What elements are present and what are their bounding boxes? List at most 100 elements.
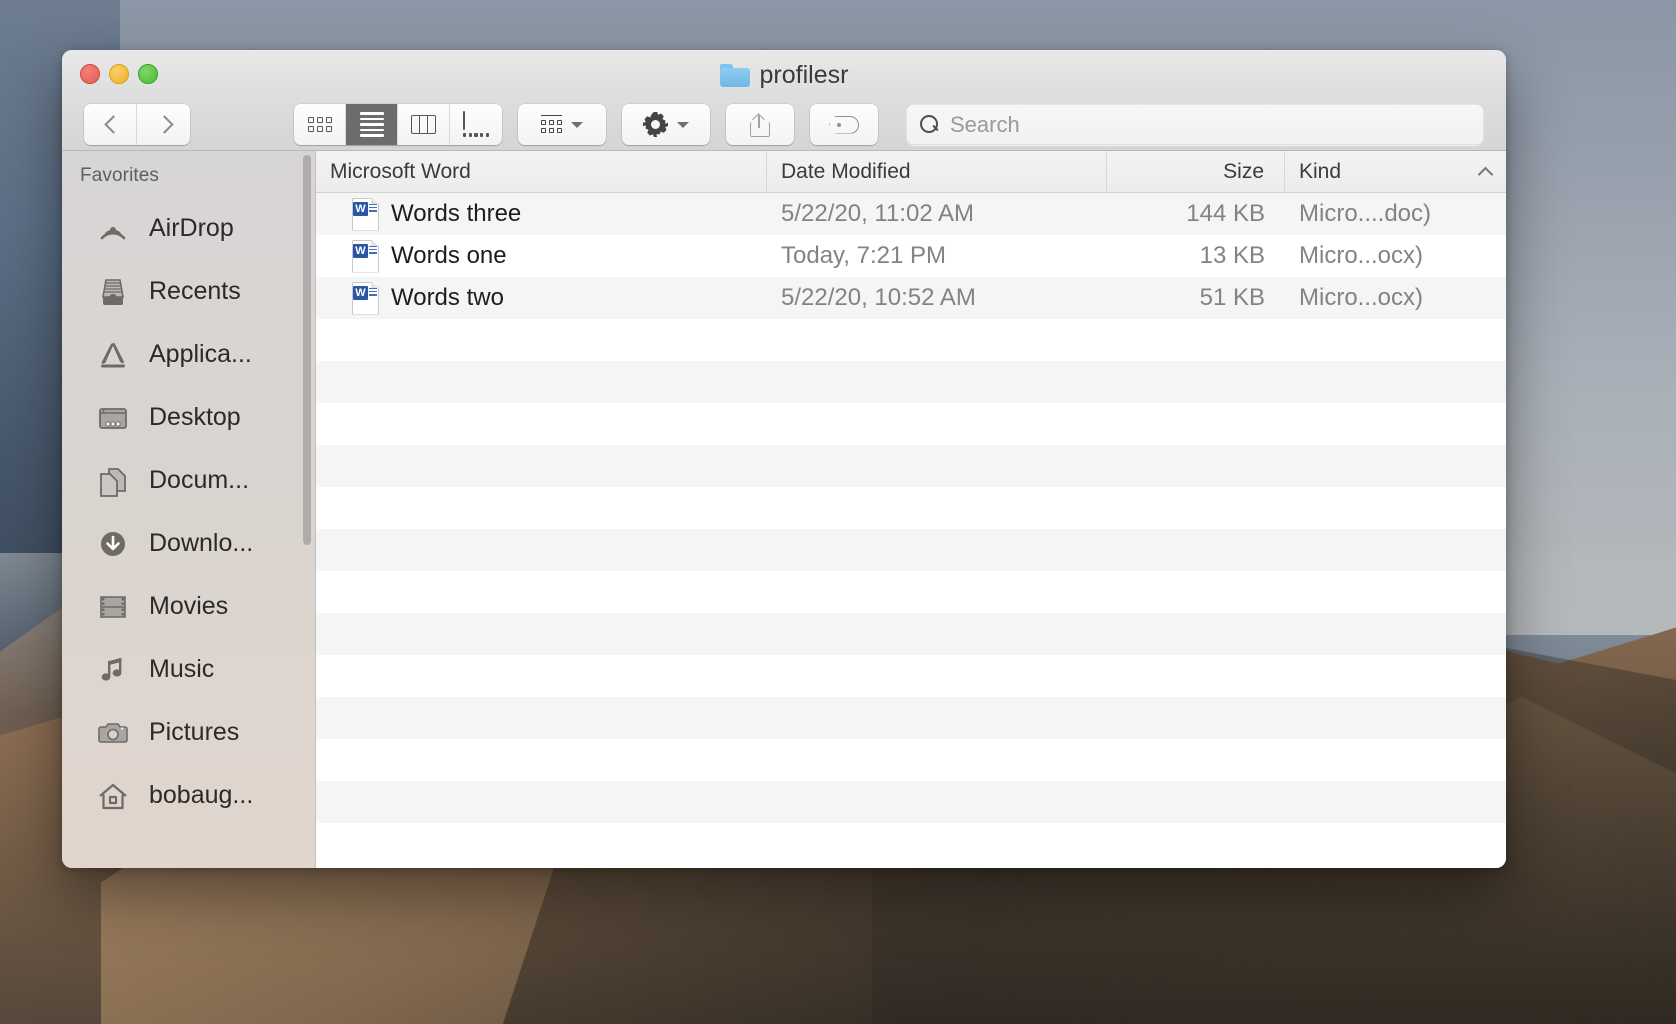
share-icon bbox=[750, 113, 770, 137]
table-row[interactable]: WWords oneToday, 7:21 PM13 KBMicro...ocx… bbox=[316, 235, 1506, 277]
airdrop-icon bbox=[93, 209, 133, 249]
search-icon bbox=[920, 115, 939, 134]
file-list-header: Microsoft Word Date Modified Size Kind bbox=[316, 151, 1506, 193]
column-view-button[interactable] bbox=[398, 104, 450, 145]
pictures-icon bbox=[93, 713, 133, 753]
sidebar: Favorites AirDrop Recents bbox=[62, 151, 316, 868]
sidebar-item-label: AirDrop bbox=[149, 214, 234, 243]
column-header-label: Kind bbox=[1299, 160, 1341, 184]
sidebar-item-home[interactable]: bobaug... bbox=[62, 764, 315, 827]
sidebar-item-label: Recents bbox=[149, 277, 241, 306]
table-row[interactable]: WWords two5/22/20, 10:52 AM51 KBMicro...… bbox=[316, 277, 1506, 319]
tag-icon bbox=[829, 116, 859, 134]
icon-view-button[interactable] bbox=[294, 104, 346, 145]
sidebar-item-airdrop[interactable]: AirDrop bbox=[62, 197, 315, 260]
list-view-button[interactable] bbox=[346, 104, 398, 145]
chevron-down-icon bbox=[571, 122, 583, 128]
sidebar-item-label: Movies bbox=[149, 592, 228, 621]
sidebar-item-label: Pictures bbox=[149, 718, 239, 747]
empty-row[interactable] bbox=[316, 781, 1506, 823]
empty-row[interactable] bbox=[316, 403, 1506, 445]
empty-row[interactable] bbox=[316, 529, 1506, 571]
gear-icon bbox=[643, 112, 668, 137]
column-header-size[interactable]: Size bbox=[1107, 151, 1285, 192]
folder-icon bbox=[720, 64, 750, 87]
empty-row[interactable] bbox=[316, 319, 1506, 361]
sidebar-scrollbar[interactable] bbox=[303, 155, 311, 545]
empty-row[interactable] bbox=[316, 823, 1506, 865]
share-button[interactable] bbox=[726, 104, 794, 145]
empty-row[interactable] bbox=[316, 739, 1506, 781]
cell-name: W Words three bbox=[316, 198, 767, 231]
word-document-icon: W bbox=[352, 240, 379, 273]
column-header-name[interactable]: Microsoft Word bbox=[316, 151, 767, 192]
list-icon bbox=[360, 112, 384, 137]
chevron-right-icon bbox=[157, 114, 170, 136]
finder-window: profilesr bbox=[62, 50, 1506, 868]
empty-row[interactable] bbox=[316, 487, 1506, 529]
empty-row[interactable] bbox=[316, 571, 1506, 613]
cell-size: 144 KB bbox=[1107, 200, 1285, 228]
sidebar-item-label: Music bbox=[149, 655, 214, 684]
forward-button[interactable] bbox=[137, 104, 190, 145]
word-document-icon: W bbox=[352, 198, 379, 231]
downloads-icon bbox=[93, 524, 133, 564]
empty-row[interactable] bbox=[316, 445, 1506, 487]
music-icon bbox=[93, 650, 133, 690]
empty-row[interactable] bbox=[316, 655, 1506, 697]
columns-icon bbox=[411, 115, 436, 134]
cell-name: WWords two bbox=[316, 282, 767, 315]
movies-icon bbox=[93, 587, 133, 627]
cell-kind: Micro....doc) bbox=[1285, 200, 1506, 228]
sidebar-item-documents[interactable]: Docum... bbox=[62, 449, 315, 512]
sidebar-item-music[interactable]: Music bbox=[62, 638, 315, 701]
sidebar-item-recents[interactable]: Recents bbox=[62, 260, 315, 323]
empty-row[interactable] bbox=[316, 613, 1506, 655]
chevron-down-icon bbox=[677, 122, 689, 128]
empty-row[interactable] bbox=[316, 361, 1506, 403]
desktop-icon bbox=[93, 398, 133, 438]
sidebar-item-label: bobaug... bbox=[149, 781, 253, 810]
close-button[interactable] bbox=[80, 64, 100, 84]
cell-date-modified: 5/22/20, 10:52 AM bbox=[767, 284, 1107, 312]
back-button[interactable] bbox=[84, 104, 137, 145]
gallery-view-button[interactable] bbox=[450, 104, 502, 145]
sidebar-item-applications[interactable]: Applica... bbox=[62, 323, 315, 386]
column-header-label: Size bbox=[1223, 160, 1264, 184]
sidebar-item-desktop[interactable]: Desktop bbox=[62, 386, 315, 449]
sidebar-item-label: Docum... bbox=[149, 466, 249, 495]
chevron-up-icon bbox=[1479, 167, 1492, 176]
file-rows: W Words three 5/22/20, 11:02 AM144 KBMicro… bbox=[316, 193, 1506, 868]
cell-name: WWords one bbox=[316, 240, 767, 273]
search-input[interactable]: Search bbox=[950, 112, 1020, 138]
maximize-button[interactable] bbox=[138, 64, 158, 84]
cell-date-modified: Today, 7:21 PM bbox=[767, 242, 1107, 270]
documents-icon bbox=[93, 461, 133, 501]
applications-icon bbox=[93, 335, 133, 375]
sidebar-item-pictures[interactable]: Pictures bbox=[62, 701, 315, 764]
cell-date-modified: 5/22/20, 11:02 AM bbox=[767, 200, 1107, 228]
table-row[interactable]: W Words three 5/22/20, 11:02 AM144 KBMicro… bbox=[316, 193, 1506, 235]
window-title: profilesr bbox=[62, 61, 1506, 90]
home-icon bbox=[93, 776, 133, 816]
column-header-label: Date Modified bbox=[781, 160, 911, 184]
group-by-button[interactable] bbox=[518, 104, 606, 145]
sidebar-item-label: Applica... bbox=[149, 340, 252, 369]
sidebar-item-downloads[interactable]: Downlo... bbox=[62, 512, 315, 575]
sidebar-item-label: Downlo... bbox=[149, 529, 253, 558]
sidebar-item-movies[interactable]: Movies bbox=[62, 575, 315, 638]
file-name: Words three bbox=[391, 200, 521, 228]
navigation-buttons bbox=[84, 104, 190, 145]
search-field[interactable]: Search bbox=[906, 104, 1484, 145]
column-header-kind[interactable]: Kind bbox=[1285, 151, 1506, 192]
window-title-text: profilesr bbox=[760, 61, 849, 90]
window-titlebar: profilesr bbox=[62, 50, 1506, 151]
column-header-date-modified[interactable]: Date Modified bbox=[767, 151, 1107, 192]
empty-row[interactable] bbox=[316, 697, 1506, 739]
file-name: Words two bbox=[391, 284, 504, 312]
recents-icon bbox=[93, 272, 133, 312]
chevron-left-icon bbox=[104, 114, 117, 136]
minimize-button[interactable] bbox=[109, 64, 129, 84]
action-menu-button[interactable] bbox=[622, 104, 710, 145]
tags-button[interactable] bbox=[810, 104, 878, 145]
